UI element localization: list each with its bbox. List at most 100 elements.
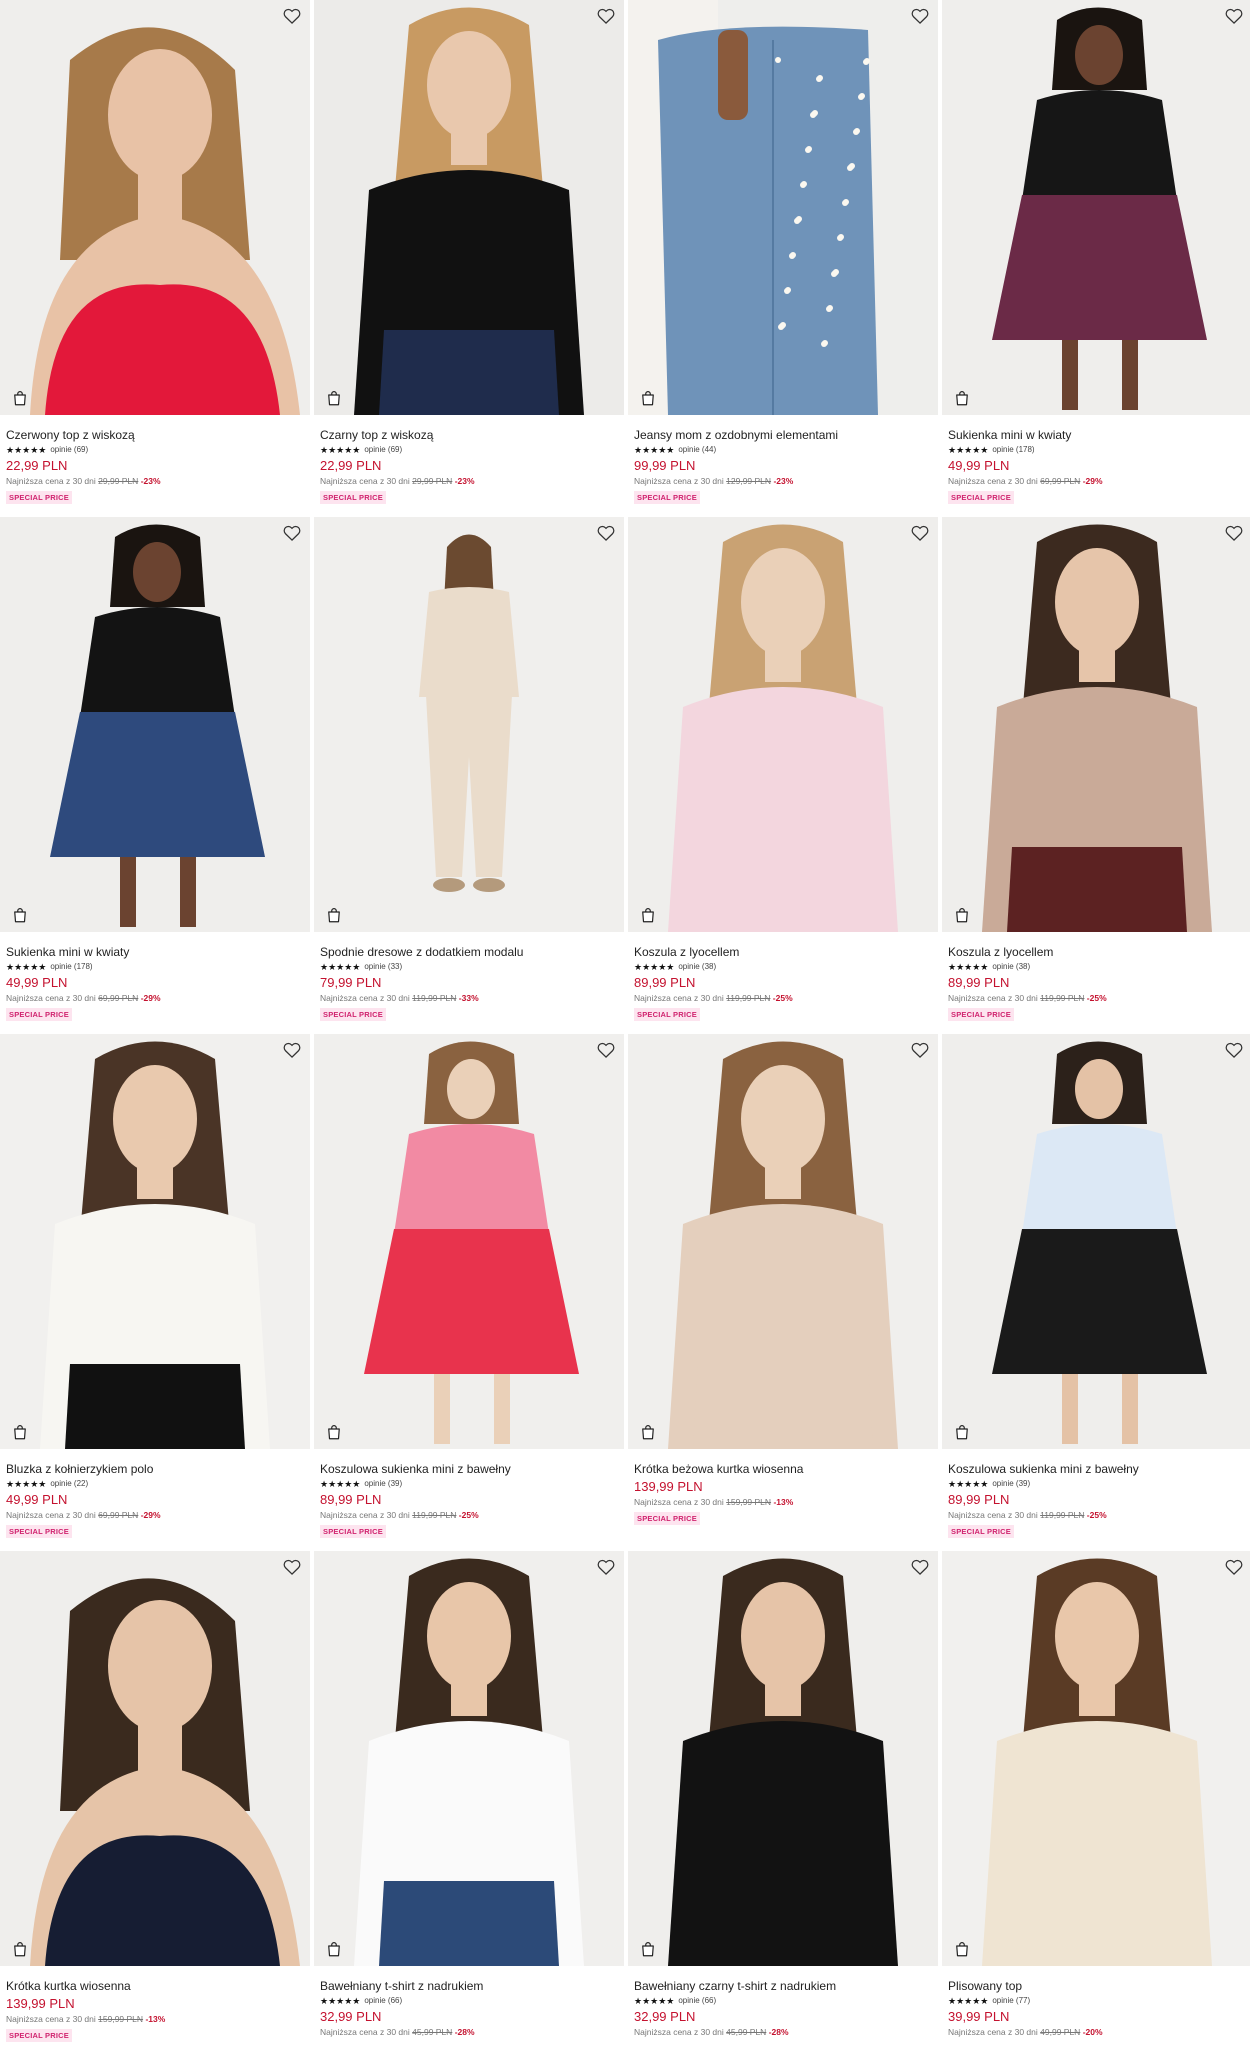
product-photo[interactable] (942, 1034, 1250, 1449)
review-count[interactable]: opinie (38) (992, 962, 1030, 972)
shopping-bag-icon[interactable] (325, 1940, 343, 1958)
review-count[interactable]: opinie (22) (50, 1479, 88, 1489)
heart-outline-icon[interactable] (910, 1040, 930, 1060)
product-image[interactable] (942, 1034, 1250, 1449)
review-count[interactable]: opinie (69) (50, 445, 88, 455)
product-name[interactable]: Krótka beżowa kurtka wiosenna (634, 1462, 932, 1476)
shopping-bag-icon[interactable] (325, 906, 343, 924)
product-photo[interactable] (314, 517, 624, 932)
shopping-bag-icon[interactable] (953, 389, 971, 407)
shopping-bag-icon[interactable] (11, 906, 29, 924)
product-card-11[interactable]: Krótka beżowa kurtka wiosenna 139,99 PLN… (628, 1034, 938, 1551)
product-name[interactable]: Czerwony top z wiskozą (6, 428, 304, 442)
shopping-bag-icon[interactable] (11, 1423, 29, 1441)
product-image[interactable] (0, 0, 310, 415)
product-photo[interactable] (628, 517, 938, 932)
product-name[interactable]: Koszula z lyocellem (948, 945, 1246, 959)
heart-outline-icon[interactable] (1224, 1557, 1244, 1577)
heart-outline-icon[interactable] (1224, 523, 1244, 543)
review-count[interactable]: opinie (38) (678, 962, 716, 972)
product-card-13[interactable]: Krótka kurtka wiosenna 139,99 PLN Najniż… (0, 1551, 310, 2068)
product-image[interactable] (314, 1551, 624, 1966)
product-card-3[interactable]: Jeansy mom z ozdobnymi elementami ★★★★★ … (628, 0, 938, 517)
product-card-6[interactable]: Spodnie dresowe z dodatkiem modalu ★★★★★… (314, 517, 624, 1034)
product-photo[interactable] (314, 1551, 624, 1966)
review-count[interactable]: opinie (178) (992, 445, 1034, 455)
review-count[interactable]: opinie (77) (992, 1996, 1030, 2006)
review-count[interactable]: opinie (39) (992, 1479, 1030, 1489)
review-count[interactable]: opinie (66) (364, 1996, 402, 2006)
product-name[interactable]: Koszulowa sukienka mini z bawełny (320, 1462, 618, 1476)
product-image[interactable] (314, 517, 624, 932)
heart-outline-icon[interactable] (1224, 6, 1244, 26)
heart-outline-icon[interactable] (282, 1557, 302, 1577)
product-name[interactable]: Sukienka mini w kwiaty (948, 428, 1246, 442)
shopping-bag-icon[interactable] (953, 1940, 971, 1958)
heart-outline-icon[interactable] (910, 6, 930, 26)
product-image[interactable] (314, 1034, 624, 1449)
heart-outline-icon[interactable] (910, 523, 930, 543)
product-photo[interactable] (0, 1034, 310, 1449)
product-photo[interactable] (942, 0, 1250, 415)
shopping-bag-icon[interactable] (325, 389, 343, 407)
shopping-bag-icon[interactable] (953, 1423, 971, 1441)
product-card-1[interactable]: Czerwony top z wiskozą ★★★★★ opinie (69)… (0, 0, 310, 517)
product-name[interactable]: Spodnie dresowe z dodatkiem modalu (320, 945, 618, 959)
product-photo[interactable] (0, 0, 310, 415)
product-photo[interactable] (628, 1551, 938, 1966)
product-image[interactable] (942, 1551, 1250, 1966)
product-photo[interactable] (628, 1034, 938, 1449)
heart-outline-icon[interactable] (596, 523, 616, 543)
product-image[interactable] (0, 517, 310, 932)
product-image[interactable] (628, 0, 938, 415)
product-name[interactable]: Bawełniany t-shirt z nadrukiem (320, 1979, 618, 1993)
product-name[interactable]: Bawełniany czarny t-shirt z nadrukiem (634, 1979, 932, 1993)
product-photo[interactable] (314, 1034, 624, 1449)
product-card-9[interactable]: Bluzka z kołnierzykiem polo ★★★★★ opinie… (0, 1034, 310, 1551)
product-image[interactable] (942, 0, 1250, 415)
product-card-16[interactable]: Plisowany top ★★★★★ opinie (77) 39,99 PL… (942, 1551, 1250, 2068)
heart-outline-icon[interactable] (1224, 1040, 1244, 1060)
product-name[interactable]: Koszula z lyocellem (634, 945, 932, 959)
product-name[interactable]: Czarny top z wiskozą (320, 428, 618, 442)
product-photo[interactable] (314, 0, 624, 415)
heart-outline-icon[interactable] (282, 523, 302, 543)
product-name[interactable]: Sukienka mini w kwiaty (6, 945, 304, 959)
shopping-bag-icon[interactable] (11, 1940, 29, 1958)
product-card-8[interactable]: Koszula z lyocellem ★★★★★ opinie (38) 89… (942, 517, 1250, 1034)
review-count[interactable]: opinie (33) (364, 962, 402, 972)
heart-outline-icon[interactable] (282, 6, 302, 26)
product-name[interactable]: Koszulowa sukienka mini z bawełny (948, 1462, 1246, 1476)
product-card-2[interactable]: Czarny top z wiskozą ★★★★★ opinie (69) 2… (314, 0, 624, 517)
product-card-7[interactable]: Koszula z lyocellem ★★★★★ opinie (38) 89… (628, 517, 938, 1034)
product-name[interactable]: Bluzka z kołnierzykiem polo (6, 1462, 304, 1476)
product-image[interactable] (628, 1034, 938, 1449)
product-photo[interactable] (0, 517, 310, 932)
review-count[interactable]: opinie (66) (678, 1996, 716, 2006)
product-photo[interactable] (628, 0, 938, 415)
shopping-bag-icon[interactable] (639, 1940, 657, 1958)
product-name[interactable]: Krótka kurtka wiosenna (6, 1979, 304, 1993)
shopping-bag-icon[interactable] (953, 906, 971, 924)
product-card-5[interactable]: Sukienka mini w kwiaty ★★★★★ opinie (178… (0, 517, 310, 1034)
heart-outline-icon[interactable] (282, 1040, 302, 1060)
review-count[interactable]: opinie (39) (364, 1479, 402, 1489)
product-image[interactable] (628, 1551, 938, 1966)
product-image[interactable] (628, 517, 938, 932)
product-card-14[interactable]: Bawełniany t-shirt z nadrukiem ★★★★★ opi… (314, 1551, 624, 2068)
product-name[interactable]: Jeansy mom z ozdobnymi elementami (634, 428, 932, 442)
product-photo[interactable] (942, 1551, 1250, 1966)
review-count[interactable]: opinie (178) (50, 962, 92, 972)
heart-outline-icon[interactable] (910, 1557, 930, 1577)
product-image[interactable] (942, 517, 1250, 932)
product-photo[interactable] (0, 1551, 310, 1966)
review-count[interactable]: opinie (69) (364, 445, 402, 455)
shopping-bag-icon[interactable] (11, 389, 29, 407)
product-card-10[interactable]: Koszulowa sukienka mini z bawełny ★★★★★ … (314, 1034, 624, 1551)
product-image[interactable] (0, 1551, 310, 1966)
product-photo[interactable] (942, 517, 1250, 932)
heart-outline-icon[interactable] (596, 1040, 616, 1060)
shopping-bag-icon[interactable] (639, 389, 657, 407)
shopping-bag-icon[interactable] (639, 906, 657, 924)
product-image[interactable] (0, 1034, 310, 1449)
